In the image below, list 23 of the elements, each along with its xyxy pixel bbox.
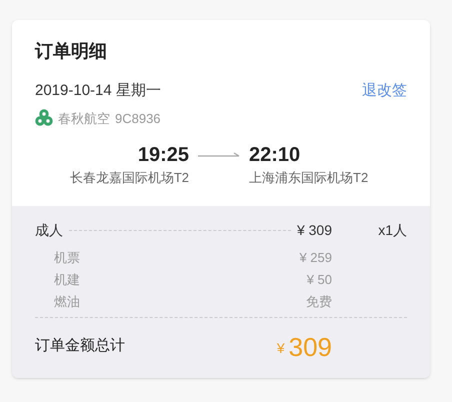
- arrival-airport: 上海浦东国际机场T2: [249, 169, 368, 187]
- total-label: 订单金额总计: [35, 336, 125, 356]
- fee-label: 机票: [54, 248, 80, 267]
- arrow-icon: [197, 151, 241, 159]
- flight-number: 9C8936: [115, 110, 161, 128]
- passenger-count: x1人: [377, 220, 407, 240]
- card-title: 订单明细: [35, 40, 108, 63]
- fee-label: 机建: [54, 270, 80, 289]
- departure-airport: 长春龙嘉国际机场T2: [70, 169, 189, 187]
- fee-amount: ¥ 50: [306, 270, 332, 289]
- passenger-type: 成人: [35, 220, 63, 240]
- currency-symbol: ¥: [276, 338, 285, 358]
- total-amount: 309: [288, 330, 332, 364]
- airline-name: 春秋航空: [58, 110, 110, 128]
- fee-amount: ¥ 259: [299, 248, 332, 267]
- airline-logo-icon: [35, 109, 53, 128]
- departure-time: 19:25: [138, 143, 189, 168]
- arrival-time: 22:10: [249, 143, 300, 168]
- passenger-price: ¥ 309: [296, 220, 332, 240]
- flight-date: 2019-10-14 星期一: [35, 81, 161, 101]
- fee-amount: 免费: [306, 292, 332, 311]
- fee-label: 燃油: [54, 292, 80, 311]
- change-link[interactable]: 退改签: [362, 80, 407, 102]
